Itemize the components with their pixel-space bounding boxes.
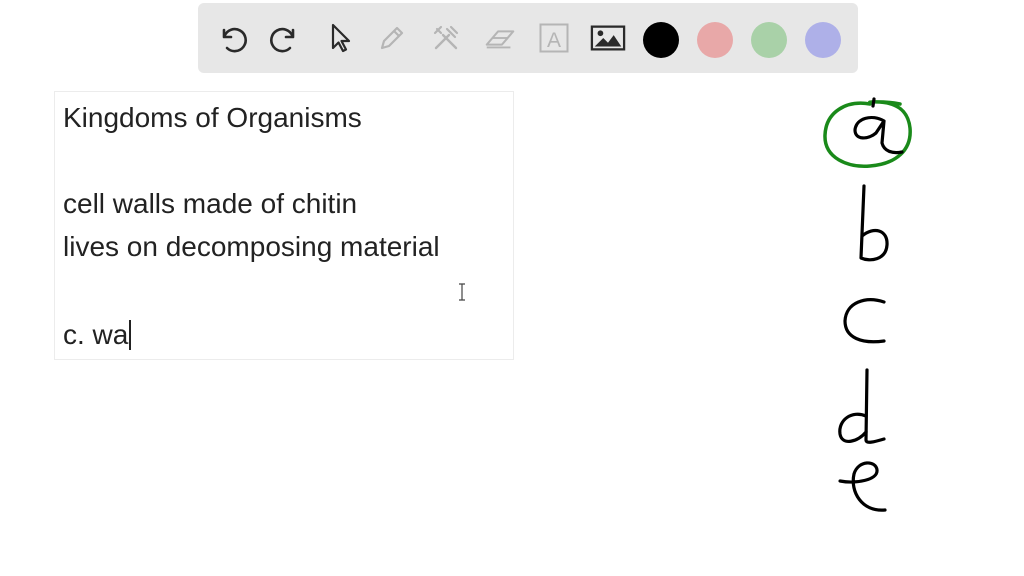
handwritten-letter-a: [853, 97, 904, 155]
text-icon-glyph: A: [547, 29, 561, 52]
eraser-icon: [485, 30, 515, 49]
answer-text: c. wa: [63, 319, 129, 350]
image-button[interactable]: [590, 20, 626, 56]
tools-button[interactable]: [428, 20, 464, 56]
handwritten-letter-e: [838, 461, 887, 512]
redo-button[interactable]: [267, 20, 303, 56]
color-green-swatch[interactable]: [751, 22, 787, 58]
highlight-circle: [823, 100, 912, 168]
image-icon: [590, 25, 626, 51]
pen-button[interactable]: [374, 20, 410, 56]
ibeam-cursor-icon: [459, 283, 465, 301]
drawing-toolbar: A: [198, 3, 858, 73]
eraser-button[interactable]: [482, 20, 518, 56]
color-red-swatch[interactable]: [697, 22, 733, 58]
text-line-clue-1: cell walls made of chitin: [63, 188, 358, 219]
text-line-answer: c. wa: [63, 318, 132, 352]
tools-icon: [433, 25, 459, 50]
select-button[interactable]: [322, 20, 358, 56]
undo-icon: [222, 27, 247, 53]
text-button[interactable]: A: [536, 20, 572, 56]
handwritten-letter-b: [859, 184, 889, 262]
text-box[interactable]: Kingdoms of Organisms cell walls made of…: [54, 91, 514, 360]
text-line-clue-2: lives on decomposing material: [63, 231, 440, 262]
text-line-title: Kingdoms of Organisms: [63, 102, 362, 133]
redo-icon: [270, 27, 295, 53]
text-caret: [129, 320, 132, 350]
handwritten-letter-c: [843, 298, 886, 344]
handwritten-letter-d: [838, 368, 886, 444]
pen-icon: [380, 26, 404, 50]
color-black-swatch[interactable]: [643, 22, 679, 58]
undo-button[interactable]: [214, 20, 250, 56]
text-icon: A: [539, 23, 569, 53]
pointer-icon: [331, 23, 351, 53]
color-blue-swatch[interactable]: [805, 22, 841, 58]
